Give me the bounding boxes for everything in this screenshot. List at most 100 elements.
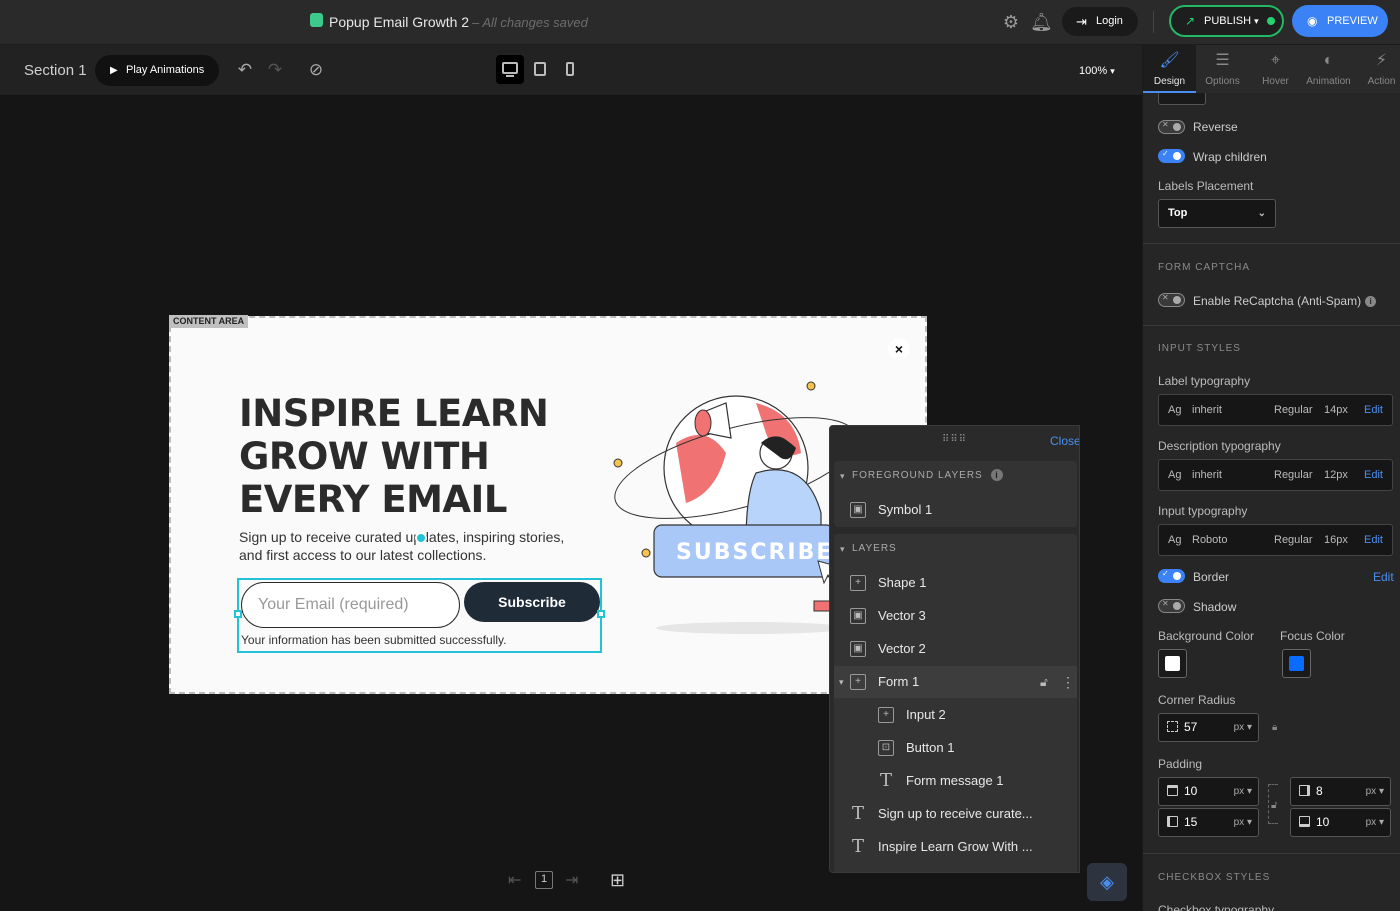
shadow-toggle[interactable]: ✕ (1158, 599, 1185, 613)
popup-content-area[interactable]: × INSPIRE LEARN GROW WITH EVERY EMAIL Si… (169, 316, 927, 694)
unit-select[interactable]: px ▾ (1234, 778, 1252, 805)
notification-bell-icon[interactable]: 🔔︎ (1030, 11, 1053, 33)
edit-link[interactable]: Edit (1364, 525, 1383, 555)
signup-form[interactable]: Your Email (required) Subscribe Your inf… (234, 532, 605, 653)
section-label[interactable]: Section 1 (24, 62, 87, 79)
layer-item[interactable]: ▣ Symbol 1 (834, 494, 1077, 526)
unit-select[interactable]: px ▾ (1234, 714, 1252, 741)
form-message[interactable]: Your information has been submitted succ… (241, 633, 506, 647)
unlock-icon[interactable]: 🔓︎ (1040, 666, 1048, 698)
project-title[interactable]: Popup Email Growth 2 (329, 14, 469, 30)
settings-gear-icon[interactable]: ⚙ (1000, 11, 1022, 33)
chevron-down-icon: ▾ (1254, 16, 1259, 26)
resize-handle-left[interactable] (234, 610, 242, 618)
tab-hover[interactable]: ⌖ Hover (1249, 45, 1302, 93)
padding-top-icon (1167, 785, 1178, 796)
foreground-layers-header[interactable]: ▾ FOREGROUND LAYERS i (834, 461, 1003, 491)
cursor-icon: ⌖ (1270, 52, 1280, 69)
preview-button[interactable]: ◉ PREVIEW (1292, 5, 1388, 37)
login-button[interactable]: ⇥ Login (1062, 7, 1138, 36)
orbit-dot (613, 458, 623, 468)
border-edit-link[interactable]: Edit (1373, 570, 1394, 584)
layer-item[interactable]: T Form message 1 (834, 765, 1077, 797)
labels-placement-select[interactable]: Top ⌄ (1158, 199, 1276, 228)
email-input[interactable]: Your Email (required) (241, 582, 460, 628)
next-page-icon[interactable]: ⇥ (565, 870, 578, 890)
popup-subtext[interactable]: Sign up to receive curated updates, insp… (239, 528, 579, 564)
info-icon[interactable]: i (1365, 296, 1377, 308)
mobile-icon (566, 62, 574, 76)
x-icon: ✕ (1162, 599, 1169, 608)
chevron-down-icon[interactable]: ▾ (839, 666, 844, 698)
description-typography-control[interactable]: Ag inherit Regular 12px Edit (1158, 459, 1393, 491)
info-icon[interactable]: i (990, 469, 1003, 481)
reverse-toggle[interactable]: ✕ (1158, 120, 1185, 134)
save-status: – All changes saved (472, 15, 588, 30)
layer-item[interactable]: ▣ Vector 3 (834, 600, 1077, 632)
lock-icon[interactable]: 🔒︎ (1272, 722, 1277, 733)
section-divider (1143, 853, 1400, 854)
padding-left-icon (1167, 816, 1178, 827)
container-icon: + (850, 674, 866, 690)
popup-close-button[interactable]: × (888, 338, 910, 360)
popup-headline[interactable]: INSPIRE LEARN GROW WITH EVERY EMAIL (239, 392, 569, 521)
layer-item[interactable]: T Inspire Learn Grow With ... (834, 831, 1077, 863)
edit-link[interactable]: Edit (1364, 460, 1383, 490)
padding-label: Padding (1158, 757, 1203, 771)
drag-handle-icon[interactable]: ⠿⠿⠿ (942, 434, 967, 445)
corner-radius-input[interactable]: 57 px ▾ (1158, 713, 1259, 742)
tab-action[interactable]: ⚡︎ Action (1355, 45, 1400, 93)
layer-item[interactable]: + Shape 1 (834, 567, 1077, 599)
layer-item[interactable]: ⊡ Button 1 (834, 732, 1077, 764)
tab-animation[interactable]: ◐ Animation (1302, 45, 1355, 93)
focus-color-swatch[interactable] (1282, 649, 1311, 678)
redo-icon[interactable]: ↷ (265, 59, 285, 81)
rotate-handle-icon[interactable] (415, 532, 427, 544)
preview-label: PREVIEW (1327, 15, 1378, 27)
unit-select[interactable]: px ▾ (1366, 778, 1384, 805)
text-icon: T (851, 836, 864, 857)
hide-eye-icon[interactable]: ⊘ (306, 59, 326, 81)
undo-icon[interactable]: ↶ (235, 59, 255, 81)
layer-item-selected[interactable]: ▾ + Form 1 🔓︎ ⋮ (834, 666, 1077, 698)
bolt-icon: ⚡︎ (1375, 52, 1388, 69)
mobile-view-button[interactable] (556, 55, 584, 84)
publish-button[interactable]: ↗ PUBLISH ▾ (1169, 5, 1284, 37)
padding-right-input[interactable]: 8 px ▾ (1290, 777, 1391, 806)
prev-page-icon[interactable]: ⇤ (508, 870, 521, 890)
layers-toggle-button[interactable]: ◈ (1087, 863, 1127, 901)
unlock-icon[interactable]: 🔓︎ (1271, 800, 1277, 811)
tab-options[interactable]: ☰ Options (1196, 45, 1249, 93)
padding-right-value: 8 (1316, 784, 1323, 798)
recaptcha-toggle[interactable]: ✕ (1158, 293, 1185, 307)
desktop-view-button[interactable] (496, 55, 524, 84)
desktop-icon (502, 62, 518, 74)
padding-top-input[interactable]: 10 px ▾ (1158, 777, 1259, 806)
resize-handle-right[interactable] (597, 610, 605, 618)
page-number[interactable]: 1 (535, 871, 553, 889)
unit-select[interactable]: px ▾ (1366, 809, 1384, 836)
layer-item[interactable]: ▣ Vector 2 (834, 633, 1077, 665)
edit-link[interactable]: Edit (1364, 395, 1383, 425)
tablet-view-button[interactable] (526, 55, 554, 84)
layer-item[interactable]: T Sign up to receive curate... (834, 798, 1077, 830)
label-typography-control[interactable]: Ag inherit Regular 14px Edit (1158, 394, 1393, 426)
more-options-icon[interactable]: ⋮ (1061, 666, 1075, 698)
layers-header[interactable]: ▾ LAYERS (834, 534, 897, 564)
background-color-swatch[interactable] (1158, 649, 1187, 678)
padding-bottom-input[interactable]: 10 px ▾ (1290, 808, 1391, 837)
input-typography-control[interactable]: Ag Roboto Regular 16px Edit (1158, 524, 1393, 556)
play-animations-button[interactable]: ▶ Play Animations (95, 55, 219, 86)
layers-panel[interactable]: ⠿⠿⠿ Close ▾ FOREGROUND LAYERS i ▣ Symbol… (829, 425, 1080, 873)
tab-design[interactable]: 🖌︎ Design (1143, 45, 1196, 93)
layer-item[interactable]: + Input 2 (834, 699, 1077, 731)
border-toggle[interactable]: ✓ (1158, 569, 1185, 583)
unit-select[interactable]: px ▾ (1234, 809, 1252, 836)
zoom-select[interactable]: 100% ▾ (1079, 65, 1115, 77)
layers-close-button[interactable]: Close (1050, 434, 1079, 448)
padding-left-input[interactable]: 15 px ▾ (1158, 808, 1259, 837)
wrap-children-toggle[interactable]: ✓ (1158, 149, 1185, 163)
add-page-icon[interactable]: ⊞ (610, 870, 625, 891)
padding-top-value: 10 (1184, 784, 1198, 798)
subscribe-button[interactable]: Subscribe (464, 582, 600, 622)
